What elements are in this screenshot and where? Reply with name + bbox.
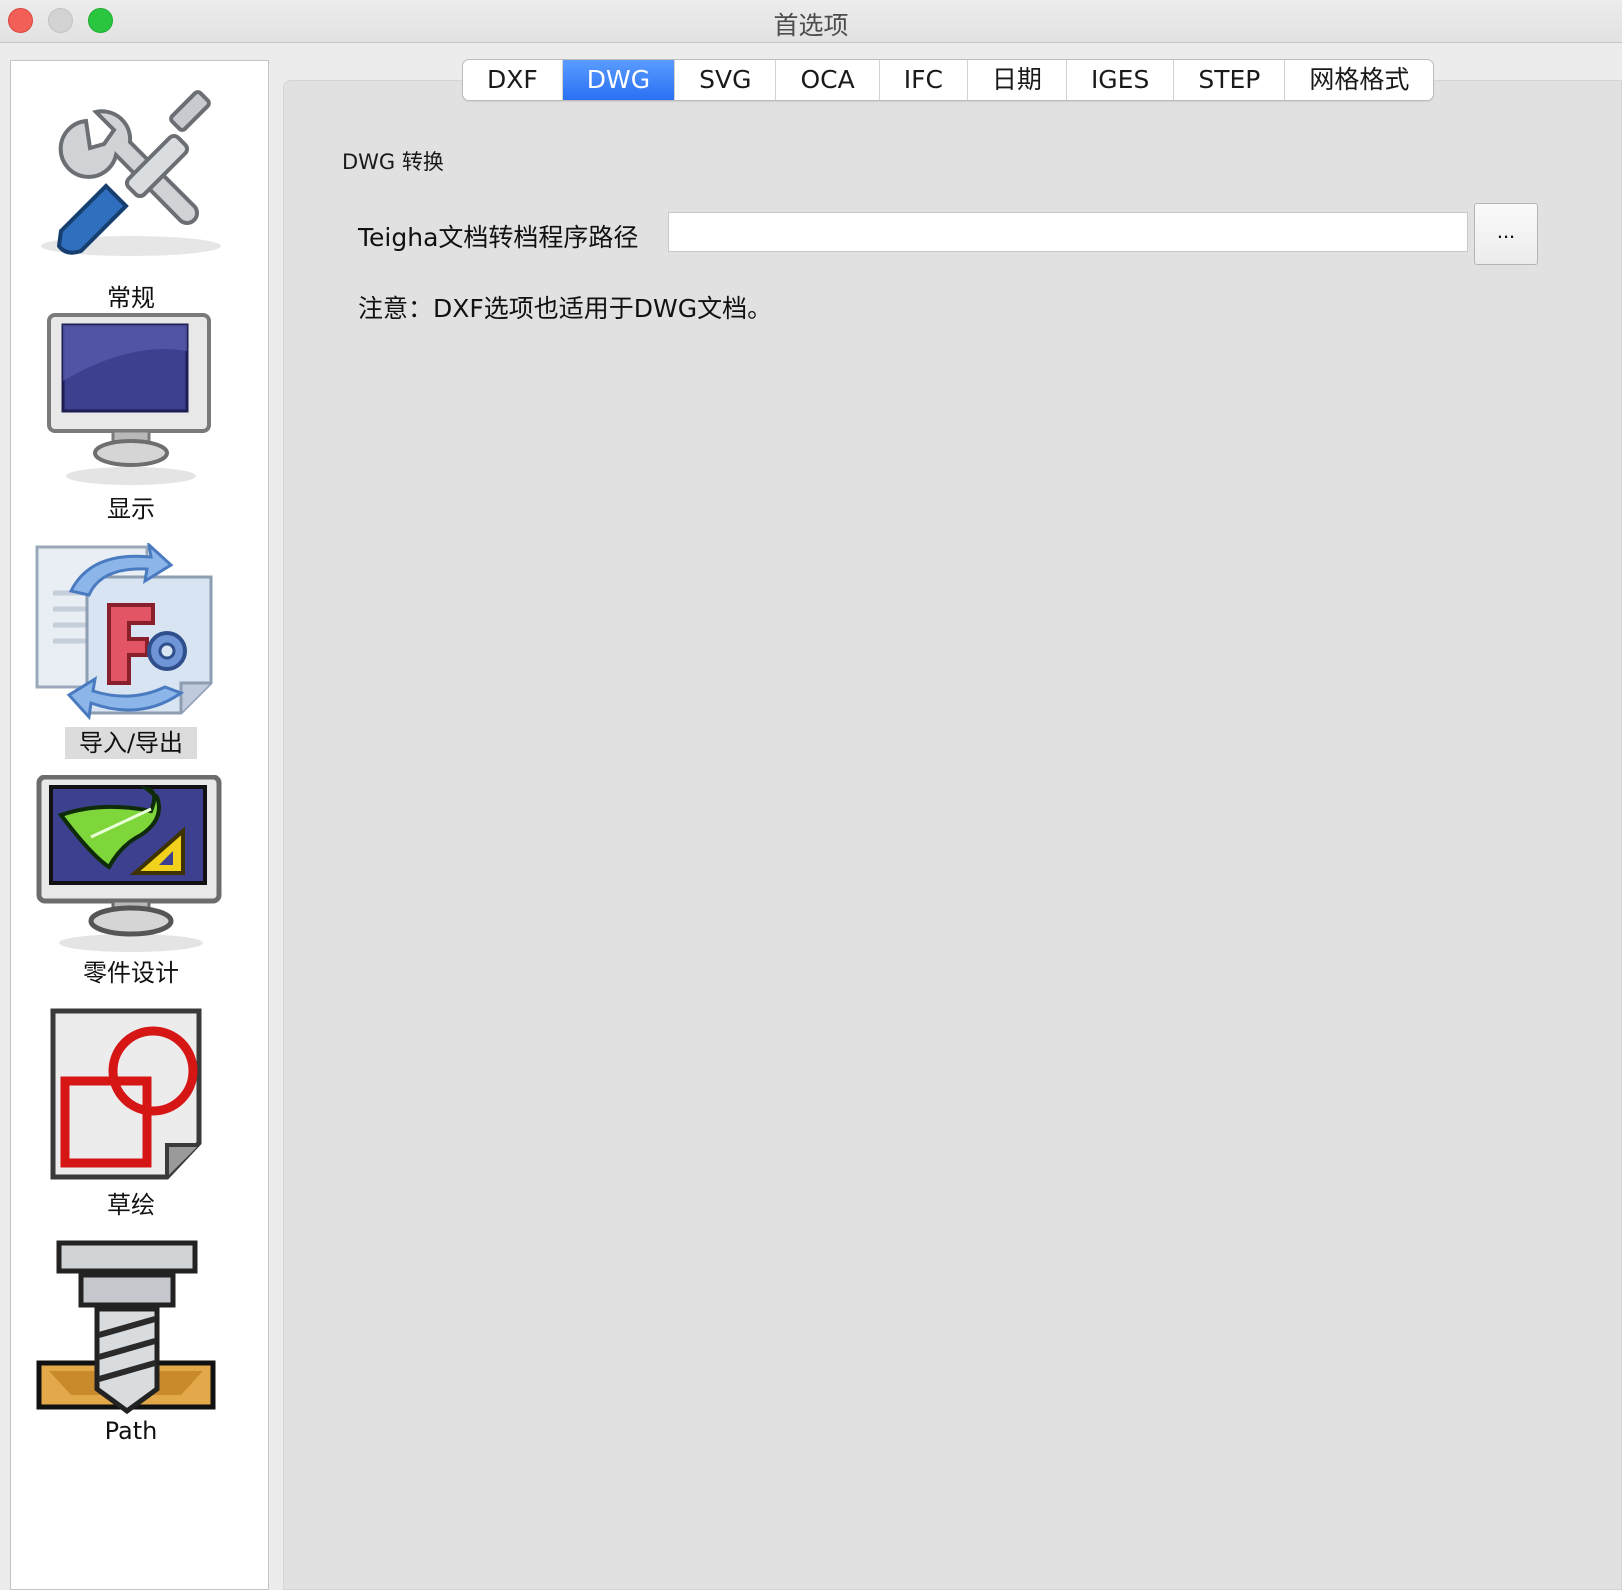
dwg-note: 注意：DXF选项也适用于DWG文档。 [358,294,773,323]
part-design-icon [36,775,222,952]
tab-dwg[interactable]: DWG [562,60,676,100]
tab-step[interactable]: STEP [1174,60,1286,100]
dwg-section-title: DWG 转换 [342,150,444,174]
path-drill-icon [36,1240,216,1415]
sidebar-item-label: 导入/导出 [11,723,251,759]
browse-button[interactable]: ... [1474,203,1538,265]
tab-mesh-formats[interactable]: 网格格式 [1285,60,1433,100]
sidebar-item-import-export[interactable]: 导入/导出 [11,543,251,775]
sidebar-item-label: 常规 [107,284,155,312]
tab-iges[interactable]: IGES [1067,60,1175,100]
sidebar-item-display[interactable]: 显示 [11,311,251,543]
tab-oca[interactable]: OCA [776,60,880,100]
tab-dxf[interactable]: DXF [463,60,563,100]
teigha-path-input[interactable] [668,212,1468,252]
sidebar-item-sketch[interactable]: 草绘 [11,1007,251,1239]
sidebar-item-label: Path [104,1417,158,1445]
sketch-icon [50,1008,202,1180]
sidebar-item-label: 草绘 [107,1191,155,1219]
title-bar: 首选项 [0,0,1622,43]
sidebar-item-general[interactable]: 常规 [11,81,251,312]
import-export-icon [35,543,213,721]
tab-date[interactable]: 日期 [968,60,1067,100]
tab-ifc[interactable]: IFC [880,60,968,100]
tools-icon [41,90,221,256]
sidebar-item-part-design[interactable]: 零件设计 [11,775,251,1007]
sidebar-item-label: 显示 [107,495,155,523]
preferences-sidebar: 常规 显示 导入/导出 零件设计 草绘 Path [10,60,269,1590]
monitor-icon [47,313,211,485]
teigha-path-label: Teigha文档转档程序路径 [358,223,639,252]
window-title: 首选项 [773,11,849,40]
sidebar-item-path[interactable]: Path [11,1239,251,1471]
tab-bar: DXF DWG SVG OCA IFC 日期 IGES STEP 网格格式 [462,59,1435,101]
tab-svg[interactable]: SVG [675,60,777,100]
sidebar-item-label: 零件设计 [83,959,179,987]
